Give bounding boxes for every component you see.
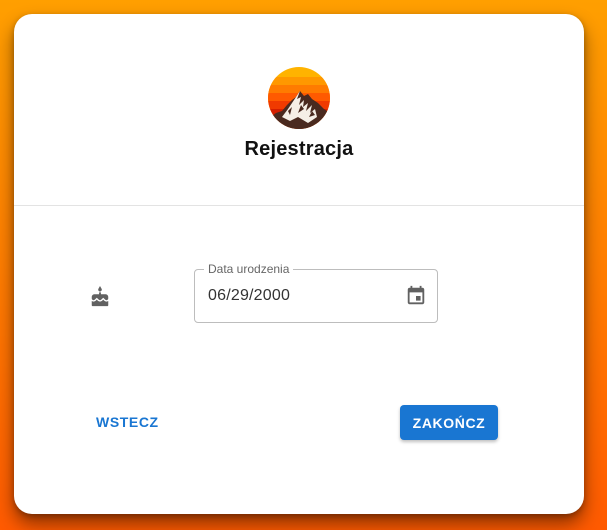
card-header: Rejestracja [14, 14, 584, 206]
calendar-icon[interactable] [405, 285, 427, 307]
birth-date-label: Data urodzenia [204, 262, 294, 276]
finish-button[interactable]: ZAKOŃCZ [400, 405, 498, 440]
registration-card: Rejestracja Data urodzenia 06/29/2000 WS… [14, 14, 584, 514]
sunset-mountain-logo [268, 67, 330, 129]
birth-date-value[interactable]: 06/29/2000 [208, 287, 290, 305]
birth-date-field[interactable]: Data urodzenia 06/29/2000 [194, 262, 438, 323]
page-title: Rejestracja [244, 138, 354, 160]
back-button[interactable]: WSTECZ [84, 406, 171, 438]
birthday-cake-icon [91, 286, 109, 307]
